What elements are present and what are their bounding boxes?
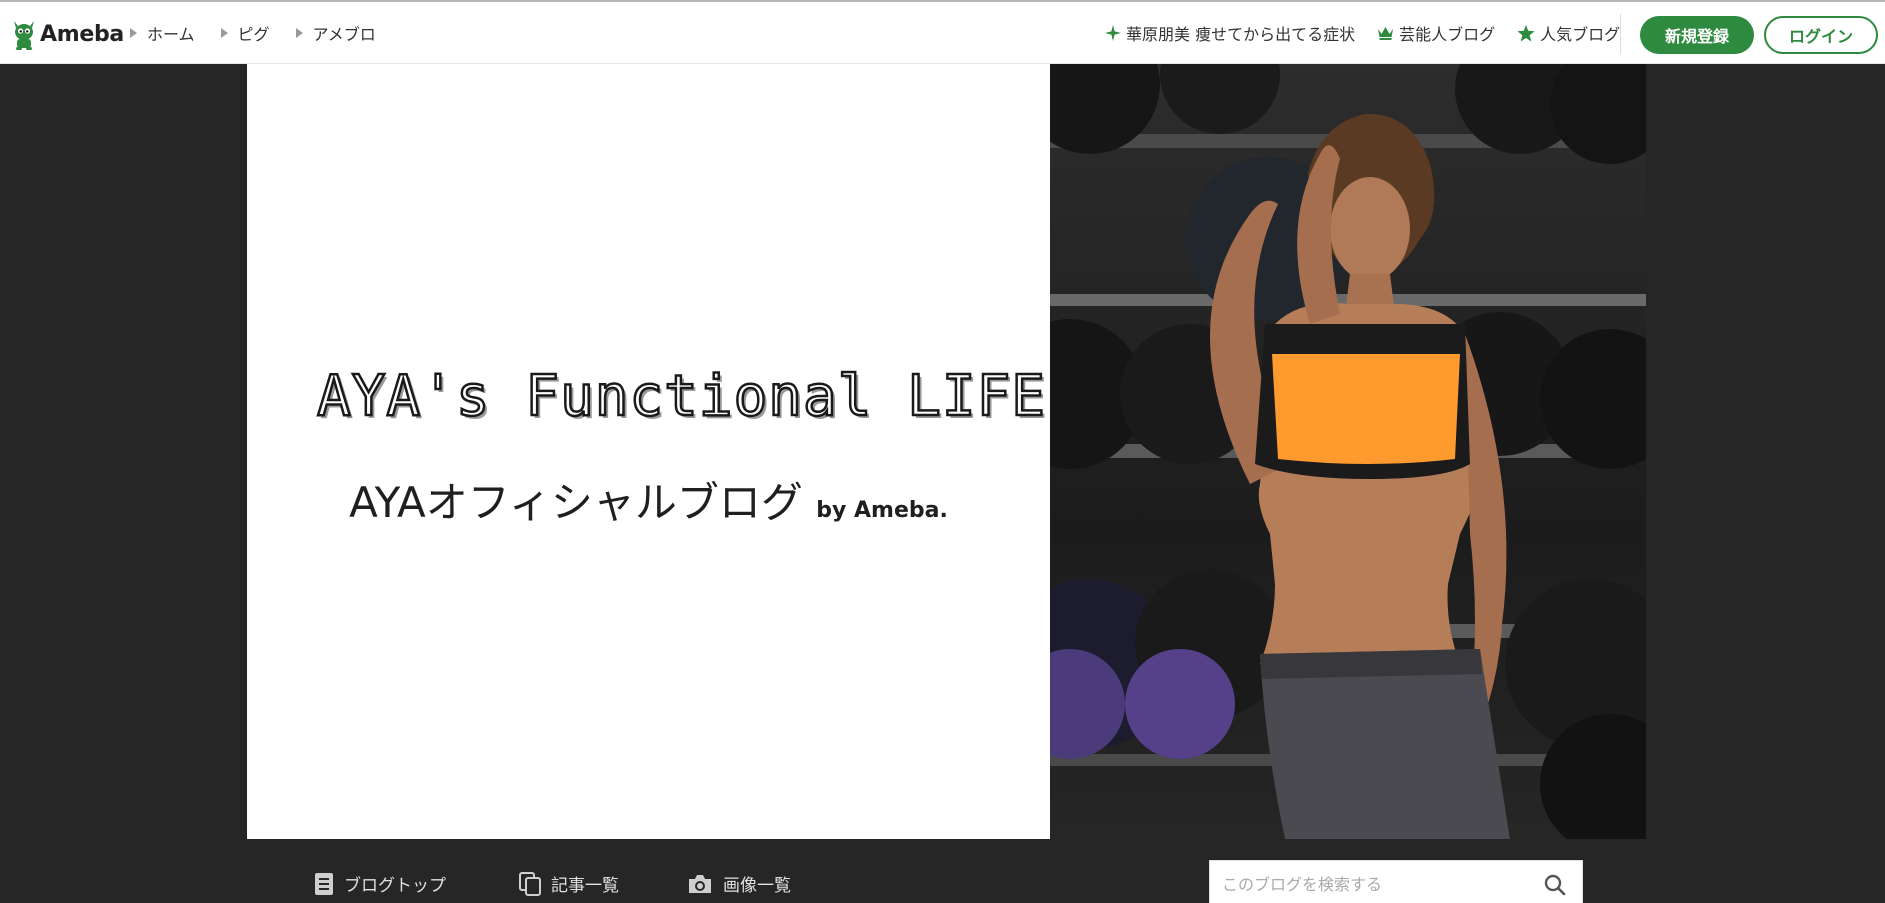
- popular-blog-label: 人気ブログ: [1540, 25, 1621, 44]
- trending-link[interactable]: 華原朋美 痩せてから出てる症状: [1105, 21, 1355, 45]
- image-list-label: 画像一覧: [723, 876, 791, 896]
- document-icon: [315, 872, 333, 895]
- triangle-right-icon: [220, 28, 228, 38]
- trending-link-label: 華原朋美 痩せてから出てる症状: [1126, 25, 1356, 44]
- logo-text: Ameba: [40, 21, 124, 47]
- blog-subtitle-text: AYAオフィシャルブログ: [349, 478, 803, 527]
- sparkle-icon: [1105, 25, 1121, 41]
- banner-photo: [1050, 64, 1646, 839]
- copy-pages-icon: [519, 871, 541, 896]
- global-header: Ameba ホーム ピグ アメブロ 華原朋美 痩せてから出てる症状 芸能人ブログ…: [0, 0, 1885, 64]
- header-divider: [1620, 14, 1621, 54]
- blog-search-input[interactable]: [1222, 871, 1522, 897]
- blog-title: AYA's Functional LIFE: [316, 363, 1047, 431]
- global-nav: ホーム ピグ アメブロ: [130, 21, 376, 45]
- login-button[interactable]: ログイン: [1764, 16, 1878, 54]
- blog-search-box: [1209, 860, 1583, 903]
- celebrity-blog-link[interactable]: 芸能人ブログ: [1377, 21, 1495, 45]
- article-list-label: 記事一覧: [551, 876, 619, 896]
- blog-header-banner[interactable]: AYA's Functional LIFE AYAオフィシャルブログ by Am…: [247, 64, 1050, 839]
- popular-blog-link[interactable]: 人気ブログ: [1517, 21, 1620, 45]
- article-list-link[interactable]: 記事一覧: [519, 871, 619, 896]
- blog-top-label: ブログトップ: [344, 876, 446, 896]
- celebrity-blog-label: 芸能人ブログ: [1399, 25, 1496, 44]
- blog-nav-bar: ブログトップ 記事一覧 画像一覧: [0, 839, 1885, 903]
- athlete-photo-image: [1050, 64, 1646, 839]
- camera-icon: [689, 874, 711, 893]
- ameba-mascot-icon: [14, 21, 34, 50]
- nav-ameblo[interactable]: アメブロ: [295, 21, 376, 45]
- search-icon[interactable]: [1544, 874, 1566, 900]
- nav-pigg-label: ピグ: [237, 25, 270, 44]
- nav-home-label: ホーム: [147, 25, 195, 44]
- ameba-logo[interactable]: Ameba: [12, 16, 124, 52]
- header-links: 華原朋美 痩せてから出てる症状 芸能人ブログ 人気ブログ: [1105, 21, 1620, 45]
- register-button[interactable]: 新規登録: [1640, 16, 1754, 54]
- triangle-right-icon: [130, 28, 137, 38]
- nav-pigg[interactable]: ピグ: [220, 21, 270, 45]
- triangle-right-icon: [295, 28, 303, 38]
- star-icon: [1517, 24, 1535, 41]
- blog-top-link[interactable]: ブログトップ: [314, 871, 446, 896]
- blog-subtitle: AYAオフィシャルブログ by Ameba.: [247, 469, 1050, 530]
- nav-home[interactable]: ホーム: [130, 21, 195, 45]
- crown-icon: [1378, 27, 1394, 40]
- image-list-link[interactable]: 画像一覧: [687, 871, 791, 896]
- nav-ameblo-label: アメブロ: [312, 25, 376, 44]
- blog-subtitle-by-ameba: by Ameba.: [816, 498, 948, 523]
